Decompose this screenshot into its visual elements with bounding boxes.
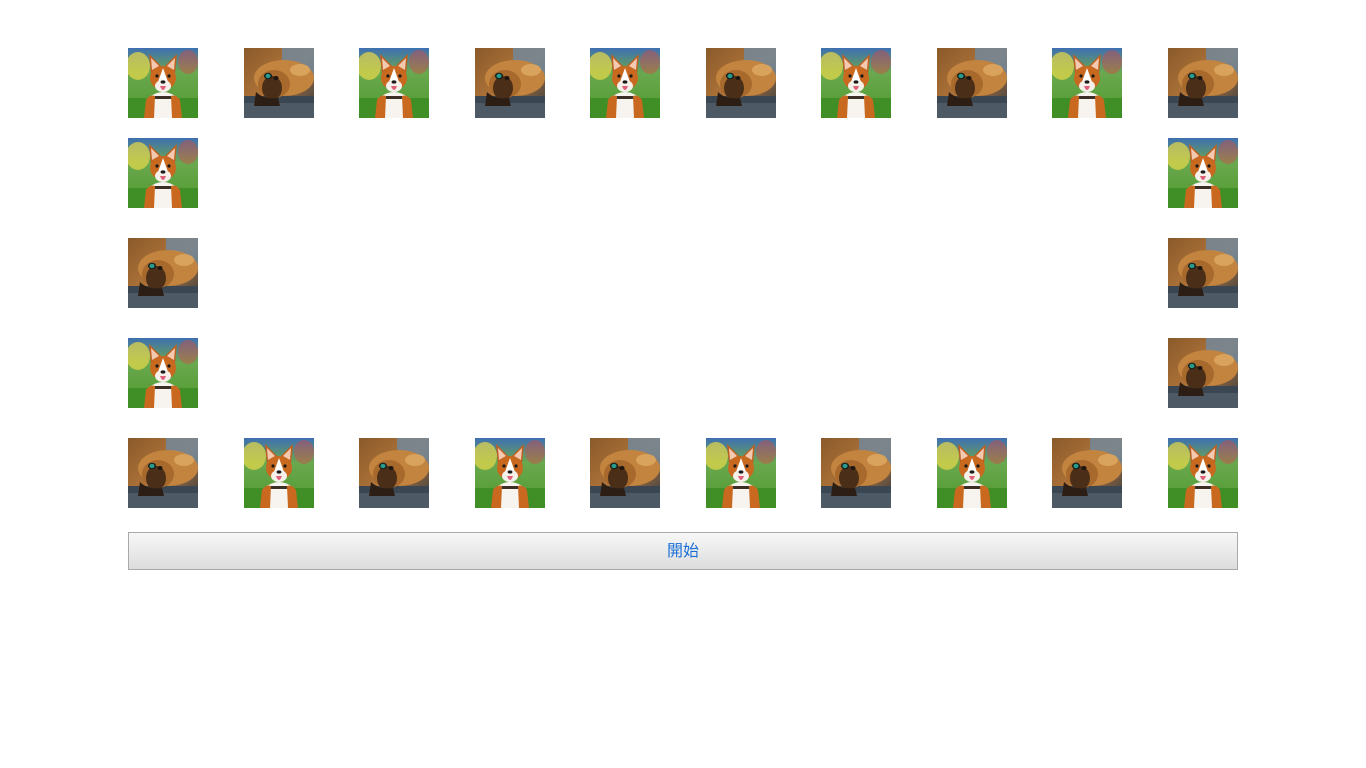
corgi-photo-tile (821, 48, 891, 118)
corgi-photo-tile (1168, 138, 1238, 208)
lottery-board: 開始 (0, 0, 1366, 768)
brown-dog-image (359, 438, 429, 508)
brown-dog-photo-tile (1168, 48, 1238, 118)
corgi-image (590, 48, 660, 118)
brown-dog-photo-tile (1168, 338, 1238, 408)
corgi-photo-tile (128, 338, 198, 408)
corgi-image (706, 438, 776, 508)
brown-dog-photo-tile (475, 48, 545, 118)
corgi-photo-tile (128, 48, 198, 118)
brown-dog-photo-tile (128, 238, 198, 308)
brown-dog-photo-tile (706, 48, 776, 118)
corgi-image (1052, 48, 1122, 118)
brown-dog-photo-tile (821, 438, 891, 508)
corgi-photo-tile (128, 138, 198, 208)
brown-dog-photo-tile (1168, 238, 1238, 308)
corgi-image (1168, 438, 1238, 508)
corgi-image (937, 438, 1007, 508)
corgi-image (128, 338, 198, 408)
brown-dog-photo-tile (937, 48, 1007, 118)
brown-dog-image (706, 48, 776, 118)
corgi-image (1168, 138, 1238, 208)
brown-dog-image (937, 48, 1007, 118)
brown-dog-photo-tile (244, 48, 314, 118)
corgi-photo-tile (590, 48, 660, 118)
brown-dog-image (128, 438, 198, 508)
corgi-image (359, 48, 429, 118)
brown-dog-photo-tile (359, 438, 429, 508)
brown-dog-photo-tile (128, 438, 198, 508)
corgi-image (128, 138, 198, 208)
brown-dog-image (821, 438, 891, 508)
corgi-photo-tile (706, 438, 776, 508)
corgi-photo-tile (1168, 438, 1238, 508)
corgi-image (244, 438, 314, 508)
brown-dog-photo-tile (590, 438, 660, 508)
corgi-photo-tile (244, 438, 314, 508)
corgi-image (821, 48, 891, 118)
corgi-image (128, 48, 198, 118)
corgi-photo-tile (1052, 48, 1122, 118)
corgi-image (475, 438, 545, 508)
corgi-photo-tile (359, 48, 429, 118)
brown-dog-image (1168, 338, 1238, 408)
corgi-photo-tile (475, 438, 545, 508)
corgi-photo-tile (937, 438, 1007, 508)
brown-dog-image (590, 438, 660, 508)
start-button[interactable]: 開始 (128, 532, 1238, 570)
brown-dog-photo-tile (1052, 438, 1122, 508)
brown-dog-image (244, 48, 314, 118)
brown-dog-image (475, 48, 545, 118)
brown-dog-image (128, 238, 198, 308)
brown-dog-image (1168, 238, 1238, 308)
brown-dog-image (1168, 48, 1238, 118)
brown-dog-image (1052, 438, 1122, 508)
